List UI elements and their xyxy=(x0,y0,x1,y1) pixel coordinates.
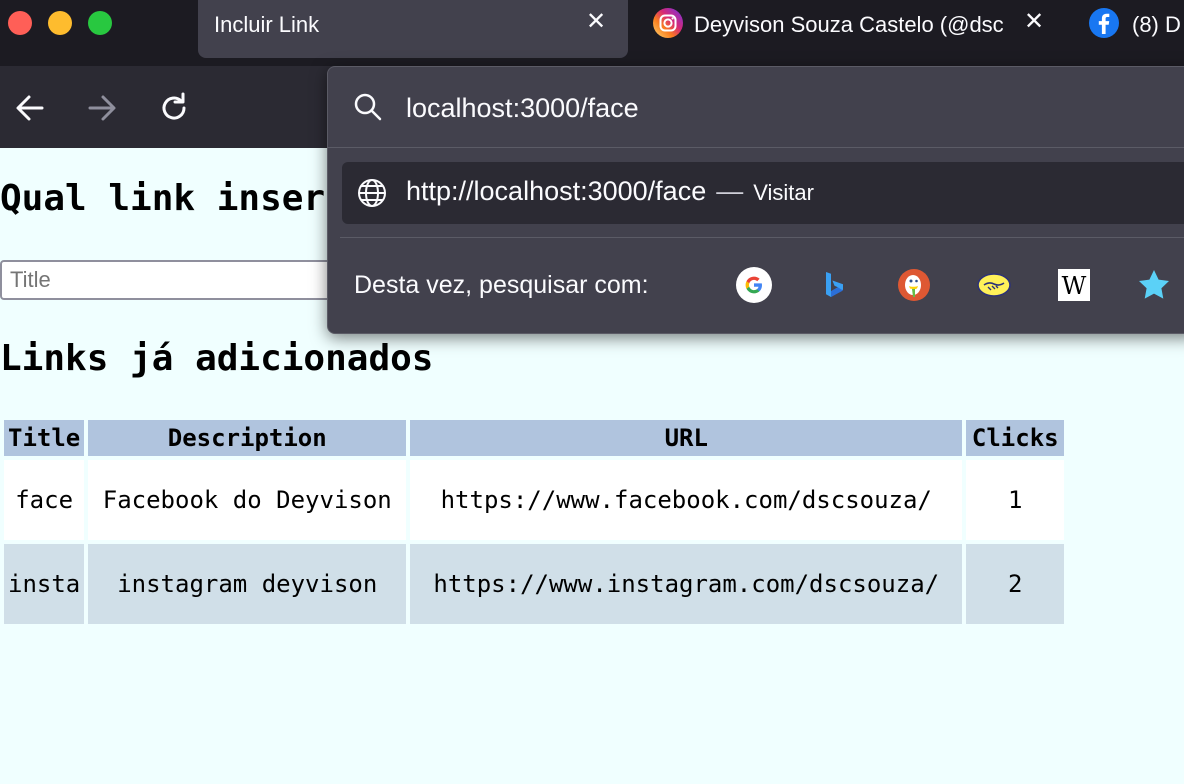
urlbar-dropdown: http://localhost:3000/face — Visitar Desta… xyxy=(327,66,1184,334)
bookmarks-star-icon[interactable] xyxy=(1136,267,1172,303)
search-icon xyxy=(354,93,382,121)
facebook-icon xyxy=(1089,8,1119,38)
links-table: Title Description URL Clicks face Facebo… xyxy=(0,416,1068,628)
tab-title: Deyvison Souza Castelo (@dsc xyxy=(694,12,1004,37)
tab-title: (8) D xyxy=(1132,12,1181,37)
globe-icon xyxy=(358,179,386,207)
cell-url[interactable]: https://www.instagram.com/dscsouza/ xyxy=(410,544,963,624)
forward-arrow-icon[interactable] xyxy=(82,88,122,128)
column-header-clicks: Clicks xyxy=(966,420,1065,456)
urlbar-row xyxy=(328,67,1184,148)
duckduckgo-icon[interactable] xyxy=(896,267,932,303)
wikipedia-icon[interactable]: W xyxy=(1056,267,1092,303)
bing-icon[interactable] xyxy=(816,267,852,303)
suggestion-action: Visitar xyxy=(753,180,814,205)
tab-instagram[interactable]: Deyvison Souza Castelo (@dsc ✕ xyxy=(640,0,1060,58)
suggestion-separator: — xyxy=(716,176,744,206)
cell-url[interactable]: https://www.facebook.com/dscsouza/ xyxy=(410,460,963,540)
cell-title: insta xyxy=(4,544,85,624)
back-arrow-icon[interactable] xyxy=(10,88,50,128)
suggestion-text: http://localhost:3000/face — Visitar xyxy=(406,176,814,207)
cell-description: instagram deyvison xyxy=(88,544,407,624)
column-header-url: URL xyxy=(410,420,963,456)
column-header-title: Title xyxy=(4,420,85,456)
close-icon[interactable]: ✕ xyxy=(1024,10,1044,34)
mercadolivre-icon[interactable] xyxy=(976,267,1012,303)
cell-clicks: 1 xyxy=(966,460,1065,540)
instagram-icon xyxy=(653,8,683,38)
tab-incluir-link[interactable]: Incluir Link ✕ xyxy=(198,0,628,58)
column-header-description: Description xyxy=(88,420,407,456)
url-input[interactable] xyxy=(406,89,1106,127)
links-heading: Links já adicionados xyxy=(0,338,434,379)
tab-facebook[interactable]: (8) D xyxy=(1076,0,1184,58)
svg-text:W: W xyxy=(1062,272,1087,300)
suggestion-url: http://localhost:3000/face xyxy=(406,176,707,206)
cell-title: face xyxy=(4,460,85,540)
suggestion-visit-url[interactable]: http://localhost:3000/face — Visitar xyxy=(342,162,1184,224)
table-row: face Facebook do Deyvison https://www.fa… xyxy=(4,460,1065,540)
cell-clicks: 2 xyxy=(966,544,1065,624)
maximize-window-button[interactable] xyxy=(88,11,112,35)
table-header-row: Title Description URL Clicks xyxy=(4,420,1065,456)
search-with-label: Desta vez, pesquisar com: xyxy=(354,271,649,299)
close-window-button[interactable] xyxy=(8,11,32,35)
minimize-window-button[interactable] xyxy=(48,11,72,35)
tab-title: Incluir Link xyxy=(214,12,320,37)
reload-icon[interactable] xyxy=(154,88,194,128)
google-icon[interactable] xyxy=(736,267,772,303)
close-icon[interactable]: ✕ xyxy=(586,10,606,34)
dropdown-divider xyxy=(340,237,1184,238)
tab-strip: Incluir Link ✕ Deyvison Souza Castelo (@… xyxy=(0,0,1184,66)
cell-description: Facebook do Deyvison xyxy=(88,460,407,540)
table-row: insta instagram deyvison https://www.ins… xyxy=(4,544,1065,624)
